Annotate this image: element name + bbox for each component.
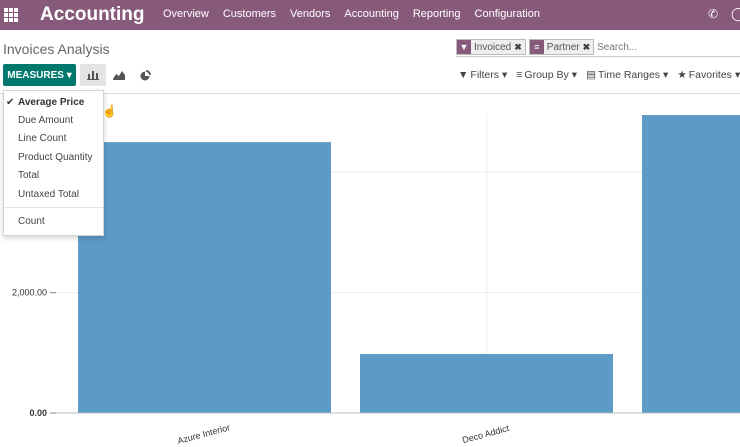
line-chart-icon[interactable] xyxy=(106,64,132,86)
top-navbar: Accounting Overview Customers Vendors Ac… xyxy=(0,0,740,30)
menu-accounting[interactable]: Accounting xyxy=(344,8,398,20)
group-icon: ≡ xyxy=(529,40,544,54)
page-title: Invoices Analysis xyxy=(3,41,110,57)
y-tick-label: 2,000.00 xyxy=(12,288,47,298)
bar-azure-interior[interactable] xyxy=(78,142,331,413)
filters-toggle[interactable]: ▼ Filters ▾ xyxy=(458,69,507,81)
time-ranges-label: Time Ranges xyxy=(597,69,661,81)
menu-configuration[interactable]: Configuration xyxy=(475,8,540,20)
measure-product-quantity[interactable]: Product Quantity xyxy=(18,152,92,163)
measure-line-count[interactable]: Line Count xyxy=(18,133,66,144)
filter-icon: ▼ xyxy=(457,40,471,54)
search-input[interactable] xyxy=(597,41,708,53)
time-ranges-toggle[interactable]: ▤ Time Ranges ▾ xyxy=(586,69,668,81)
group-icon: ≡ xyxy=(516,69,523,81)
bar-deco-addict[interactable] xyxy=(360,354,613,413)
measure-average-price[interactable]: Average Price xyxy=(18,97,84,108)
bar-chart: 0.002,000.00Azure InteriorDeco AddictWoo… xyxy=(12,114,740,446)
group-by-toggle[interactable]: ≡ Group By ▾ xyxy=(516,69,577,81)
grid-icon[interactable] xyxy=(4,8,18,22)
star-icon: ★ xyxy=(677,69,687,81)
close-icon[interactable]: ✖ xyxy=(583,42,594,53)
app-brand[interactable]: Accounting xyxy=(40,4,145,26)
measure-untaxed-total[interactable]: Untaxed Total xyxy=(18,189,79,200)
calendar-icon: ▤ xyxy=(586,69,596,81)
favorites-toggle[interactable]: ★ Favorites ▾ xyxy=(677,69,740,81)
menu-vendors[interactable]: Vendors xyxy=(290,8,330,20)
facet-invoiced[interactable]: ▼ Invoiced ✖ xyxy=(456,39,526,55)
search-options: ▼ Filters ▾ ≡ Group By ▾ ▤ Time Ranges ▾ ★ Favo… xyxy=(458,69,740,81)
search-box: ▼ Invoiced ✖ ≡ Partner ✖ xyxy=(456,38,740,57)
measures-dropdown: ✔ Average Price Due Amount Line Count Pr… xyxy=(3,90,104,236)
menu-overview[interactable]: Overview xyxy=(163,8,209,20)
facet-label: Partner xyxy=(546,41,580,53)
measures-button[interactable]: MEASURES ▾ xyxy=(3,64,76,86)
pie-chart-icon[interactable] xyxy=(132,64,158,86)
close-icon[interactable]: ✖ xyxy=(514,42,525,53)
dropdown-divider xyxy=(4,207,103,208)
measure-count[interactable]: Count xyxy=(18,216,45,227)
phone-icon[interactable]: ✆ xyxy=(708,7,718,21)
check-icon: ✔ xyxy=(6,97,15,108)
y-tick-label: 0.00 xyxy=(29,408,47,418)
chart-type-switcher xyxy=(80,64,158,86)
filter-icon: ▼ xyxy=(458,69,469,81)
measure-due-amount[interactable]: Due Amount xyxy=(18,115,73,126)
facet-partner[interactable]: ≡ Partner ✖ xyxy=(528,39,595,55)
main-menu: Overview Customers Vendors Accounting Re… xyxy=(163,8,554,20)
menu-customers[interactable]: Customers xyxy=(223,8,276,20)
x-tick-label: Azure Interior xyxy=(176,422,231,446)
bar-chart-icon[interactable] xyxy=(80,64,106,86)
x-tick-label: Deco Addict xyxy=(461,423,510,445)
group-by-label: Group By xyxy=(524,69,569,81)
facet-label: Invoiced xyxy=(474,41,512,53)
chat-icon[interactable]: ◯ xyxy=(731,6,740,22)
bar-wood-corner[interactable] xyxy=(642,115,740,413)
menu-reporting[interactable]: Reporting xyxy=(413,8,461,20)
filters-label: Filters xyxy=(470,69,499,81)
measure-total[interactable]: Total xyxy=(18,170,39,181)
favorites-label: Favorites xyxy=(688,69,732,81)
pointer-cursor-icon: ☝ xyxy=(102,104,117,118)
